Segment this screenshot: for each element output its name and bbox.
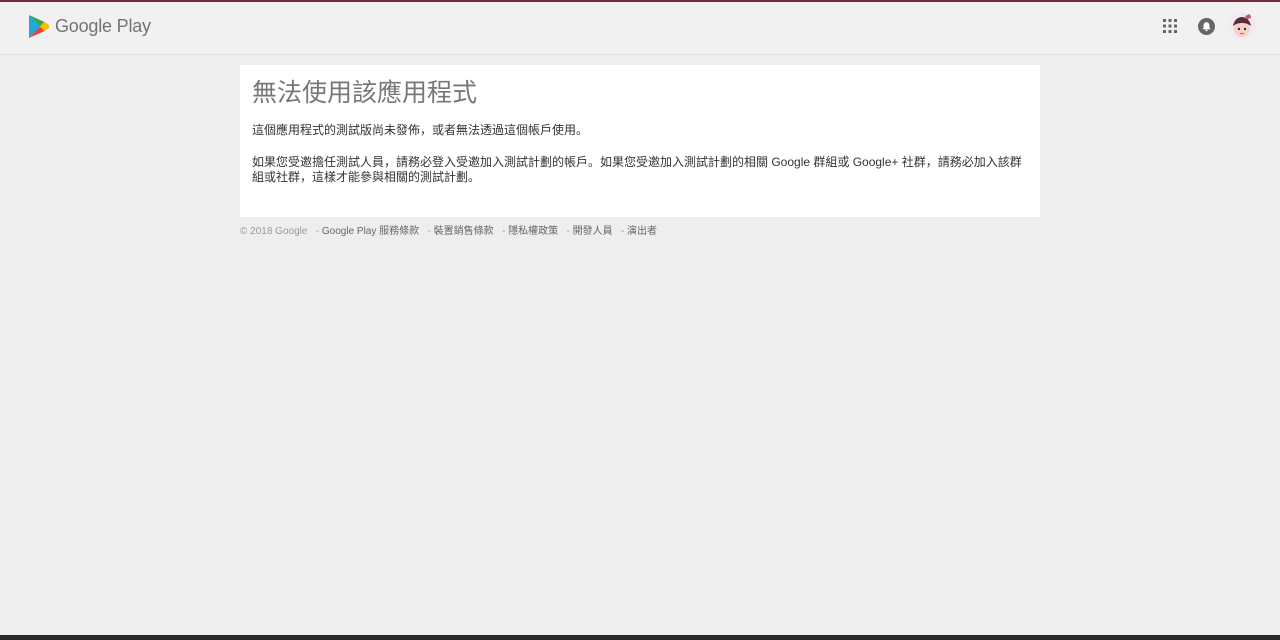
footer-separator: - [427,226,431,237]
header-bar: Google Play [0,2,1280,55]
footer-separator: - [566,226,570,237]
avatar-image-icon [1228,12,1256,40]
user-avatar[interactable] [1228,12,1256,40]
brand-text: Google Play [55,15,151,36]
footer-separator: - [315,226,320,237]
footer-copyright: © 2018 Google [240,226,308,237]
error-card: 無法使用該應用程式 這個應用程式的測試版尚未發佈，或者無法透過這個帳戶使用。 如… [240,65,1040,217]
bottom-bar [0,635,1280,640]
error-message-secondary: 如果您受邀擔任測試人員，請務必登入受邀加入測試計劃的帳戶。如果您受邀加入測試計劃… [252,155,1022,184]
footer-link-artists[interactable]: 演出者 [627,226,657,237]
footer: © 2018 Google - Google Play 服務條款 - 裝置銷售條… [240,225,657,238]
google-play-home-link[interactable]: Google Play [28,12,151,40]
footer-link-developers[interactable]: 開發人員 [573,226,613,237]
header-actions [1156,12,1256,40]
footer-separator: - [501,226,506,237]
notifications-button[interactable] [1192,12,1220,40]
error-title: 無法使用該應用程式 [252,79,478,107]
notifications-icon [1197,17,1215,35]
footer-link-device-terms[interactable]: 裝置銷售條款 [434,226,494,237]
footer-link-play-terms[interactable]: Google Play 服務條款 [322,226,419,237]
error-message-primary: 這個應用程式的測試版尚未發佈，或者無法透過這個帳戶使用。 [252,123,589,137]
footer-link-privacy[interactable]: 隱私權政策 [508,226,558,237]
footer-separator: - [620,226,625,237]
apps-grid-icon [1163,19,1177,33]
google-play-logo-icon [29,14,49,38]
apps-grid-button[interactable] [1156,12,1184,40]
